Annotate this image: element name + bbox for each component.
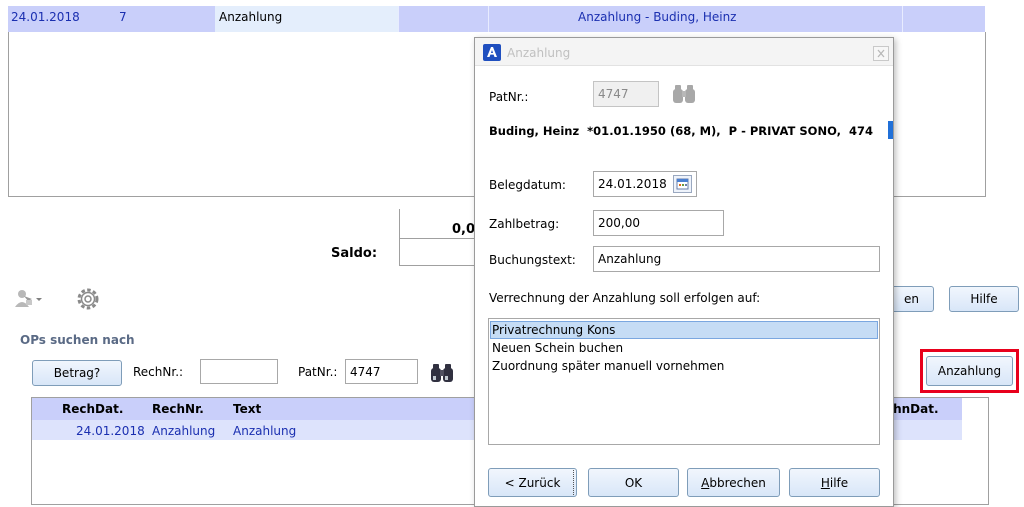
anzahlung-dialog: Anzahlung PatNr.: Buding, Heinz *01.01.1… [474, 37, 894, 507]
zahlbetrag-input[interactable] [593, 210, 724, 236]
calendar-icon[interactable] [673, 175, 692, 193]
rechnr-label: RechNr.: [133, 365, 184, 379]
dialog-patnr-input [593, 81, 659, 107]
dialog-help-button[interactable]: Hilfe [789, 468, 880, 497]
patient-info-marker [888, 121, 893, 139]
option-item-zuordnung-spaeter[interactable]: Zuordnung später manuell vornehmen [492, 359, 724, 373]
cancel-button-label: Abbrechen [701, 475, 766, 490]
option-item-neuen-schein[interactable]: Neuen Schein buchen [492, 341, 623, 355]
dialog-patient-info: Buding, Heinz *01.01.1950 (68, M), P - P… [489, 124, 873, 138]
verrechnung-label: Verrechnung der Anzahlung soll erfolgen … [489, 291, 761, 305]
close-icon[interactable] [873, 46, 889, 61]
top-row-date: 24.01.2018 [11, 10, 80, 24]
ok-button[interactable]: OK [588, 468, 679, 497]
help-button[interactable]: Hilfe [949, 286, 1019, 312]
back-button[interactable]: < Zurück [488, 468, 577, 497]
betrag-button[interactable]: Betrag? [32, 360, 122, 386]
top-row-divider [902, 6, 903, 32]
top-row-divider [488, 6, 489, 32]
top-row-number: 7 [119, 10, 127, 24]
summary-box-bottom [399, 239, 479, 266]
cancel-button[interactable]: Abbrechen [687, 468, 780, 497]
buchungstext-label: Buchungstext: [489, 253, 576, 267]
col-header-rechnr[interactable]: RechNr. [152, 402, 204, 416]
anzahlung-button[interactable]: Anzahlung [926, 356, 1013, 386]
col-header-text[interactable]: Text [233, 402, 261, 416]
binoculars-icon[interactable] [430, 362, 456, 384]
summary-value: 0,0 [452, 222, 476, 237]
row-date: 24.01.2018 [76, 424, 145, 438]
top-row-description: Anzahlung - Buding, Heinz [578, 10, 737, 24]
belegdatum-label: Belegdatum: [489, 178, 566, 192]
patnr-input[interactable] [345, 359, 418, 384]
person-dropdown-icon[interactable] [14, 287, 44, 311]
gear-icon[interactable] [76, 287, 100, 311]
option-item-privatrechnung[interactable]: Privatrechnung Kons [492, 323, 615, 337]
saldo-label: Saldo: [331, 246, 378, 261]
zahlbetrag-label: Zahlbetrag: [489, 217, 560, 231]
buchungstext-input[interactable] [593, 246, 880, 272]
verrechnung-options-list: Privatrechnung Kons Neuen Schein buchen … [488, 318, 880, 445]
col-header-rechdat[interactable]: RechDat. [62, 402, 123, 416]
rechnr-input[interactable] [200, 359, 278, 384]
top-row[interactable] [8, 6, 985, 32]
row-rechnr: Anzahlung [152, 424, 216, 438]
back-button-focus-divider [573, 470, 574, 495]
row-text: Anzahlung [233, 424, 297, 438]
top-row-divider [398, 6, 399, 32]
app-logo-icon [483, 44, 501, 61]
dialog-patnr-label: PatNr.: [489, 90, 529, 104]
patnr-label: PatNr.: [298, 365, 338, 379]
dialog-title: Anzahlung [507, 46, 571, 60]
dialog-help-button-label: Hilfe [820, 475, 849, 490]
search-section-label: OPs suchen nach [20, 333, 135, 347]
binoculars-icon [672, 83, 698, 105]
top-row-type: Anzahlung [219, 10, 283, 24]
